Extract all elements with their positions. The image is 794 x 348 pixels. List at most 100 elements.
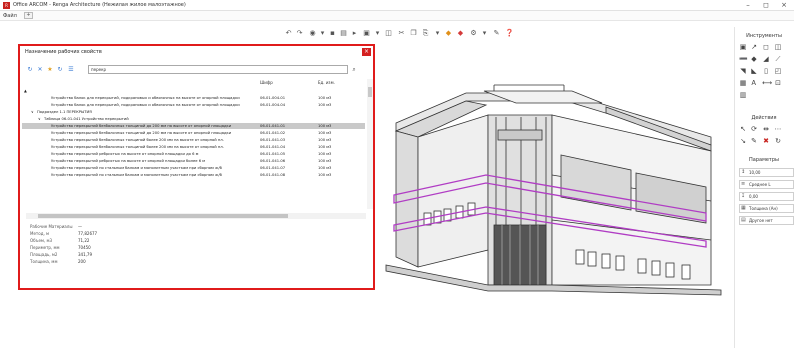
work-properties-dialog: Назначение рабочих свойств × ↻ ✕ ★ ↻ ☰ п… [18,44,375,290]
scroll-thumb[interactable] [38,214,288,218]
property-value: 77,82677 [78,231,98,236]
camera-icon[interactable]: ◉ [308,29,317,38]
row-code: 06-01-041-01 [260,124,286,128]
layer-icon[interactable]: ◆ [444,29,453,38]
row-name: Устройство перекрытий по стальным балкам… [51,166,222,170]
dropdown-icon[interactable]: ▾ [318,29,327,38]
save-icon[interactable]: ▪ [328,29,337,38]
undo-icon[interactable]: ↶ [284,29,293,38]
tree-toggle-icon[interactable]: ▲ [24,88,27,94]
redo-icon[interactable]: ↷ [295,29,304,38]
search-input[interactable]: перекр [88,65,348,74]
favorite-icon[interactable]: ★ [46,66,54,74]
minimize-button[interactable]: – [740,0,756,11]
tree-row[interactable]: Устройство перекрытий безбалочных толщин… [22,144,365,150]
railing-icon[interactable]: ◣ [750,67,758,75]
list-icon[interactable]: ☰ [67,66,75,74]
param-alignment-field[interactable]: ≡ Среднее L [739,180,794,189]
window-tool-icon[interactable]: ◫ [774,43,782,51]
tree-row[interactable]: ∨ Подраздел 1.1 ПЕРЕКРЫТИЯ [22,109,365,115]
height-icon: ↕ [741,169,746,175]
tree-row[interactable]: Устройство перекрытий безбалочных толщин… [22,123,365,129]
help-icon[interactable]: ❓ [505,29,514,38]
tree-row[interactable]: Устройство перекрытий ребристых на высот… [22,151,365,157]
file-menu[interactable]: Файл [3,13,17,19]
renga-logo-icon: R [3,2,10,9]
copy-tool-icon[interactable]: ↘ [739,137,747,145]
wall-icon[interactable]: ↗ [750,43,758,51]
maximize-button[interactable]: ◻ [758,0,774,11]
param-material-field[interactable]: ▦ Толщина (Ан) [739,204,794,213]
tree-row[interactable]: Устройство перекрытий безбалочных толщин… [22,130,365,136]
beam-icon[interactable]: ➖ [739,55,748,63]
select-icon[interactable]: ▣ [739,43,747,51]
section-icon[interactable]: ◫ [384,29,393,38]
opening-icon[interactable]: ◰ [774,67,782,75]
cut-icon[interactable]: ✂ [397,29,406,38]
settings-icon[interactable]: ⚙ [469,29,478,38]
tree-toggle-icon[interactable]: ∨ [38,116,41,122]
rotate-icon[interactable]: ⟳ [750,125,758,133]
paste-icon[interactable]: ⎘ [421,29,430,38]
ramp-icon[interactable]: ◥ [739,67,747,75]
row-name: Устройство перекрытий ребристых на высот… [51,159,206,163]
tree-row[interactable]: Устройство балок для перекрытий, подкран… [22,102,365,108]
tree-row[interactable]: ∨ Таблица 06-01-041 Устройство перекрытий [22,116,365,122]
refresh-icon[interactable]: ↻ [774,137,782,145]
menu-bar: Файл + [0,11,794,21]
dropdown-icon[interactable]: ▾ [373,29,382,38]
tree-row[interactable]: Устройство перекрытий безбалочных толщин… [22,137,365,143]
dialog-title: Назначение рабочих свойств [25,49,102,55]
dimension-icon[interactable]: ⟷ [762,79,772,87]
model-viewport[interactable] [376,45,726,345]
property-key: Объем, м3 [30,238,53,243]
row-name: Устройство перекрытий безбалочных толщин… [51,124,232,128]
delete-icon[interactable]: ✖ [762,137,770,145]
move-icon[interactable]: ↖ [739,125,747,133]
add-tab-button[interactable]: + [24,12,33,19]
tree-row[interactable]: Устройство балок для перекрытий, подкран… [22,95,365,101]
add-icon[interactable]: ↻ [26,66,34,74]
close-window-button[interactable]: × [776,0,792,11]
row-unit: 100 м3 [318,131,332,135]
params-title: Параметры [749,157,779,163]
style-icon: ▤ [741,217,746,223]
tree-toggle-icon[interactable]: ∨ [31,109,34,115]
close-icon[interactable]: × [362,48,371,56]
dropdown-icon[interactable]: ▾ [480,29,489,38]
tree-row[interactable]: Устройство перекрытий по стальным балкам… [22,165,365,171]
array-icon[interactable]: ⋯ [774,125,782,133]
row-name: Таблица 06-01-041 Устройство перекрытий [44,117,129,121]
scroll-thumb[interactable] [368,87,372,97]
param-height-field[interactable]: ↕ 10,00 [739,168,794,177]
tree-vertical-scrollbar[interactable] [367,79,373,209]
roof-icon[interactable]: ◢ [762,55,770,63]
dropdown-icon[interactable]: ▾ [433,29,442,38]
tree-row[interactable]: ▲ [22,88,365,94]
mirror-icon[interactable]: ⇹ [762,125,770,133]
pencil-icon[interactable]: ✎ [492,29,501,38]
filter-icon[interactable]: ◆ [456,29,465,38]
param-offset-field[interactable]: ↧ 0,00 [739,192,794,201]
view-icon[interactable]: ▣ [362,29,371,38]
stair-icon[interactable]: ⟋ [774,55,782,63]
room-icon[interactable]: ▦ [739,79,747,87]
column-icon[interactable]: ◻ [762,43,770,51]
level-icon[interactable]: ⊡ [774,79,782,87]
remove-icon[interactable]: ✕ [36,66,44,74]
edit-icon[interactable]: ✎ [750,137,758,145]
tree-row[interactable]: Устройство перекрытий по стальным балкам… [22,172,365,178]
refresh-icon[interactable]: ↻ [56,66,64,74]
tree-row[interactable]: Устройство перекрытий ребристых на высот… [22,158,365,164]
export-icon[interactable]: ▸ [350,29,359,38]
print-icon[interactable]: ▤ [339,29,348,38]
door-icon[interactable]: ▯ [762,67,770,75]
copy-icon[interactable]: ❐ [409,29,418,38]
grid-icon[interactable]: ▥ [739,91,747,99]
tree-horizontal-scrollbar[interactable] [26,213,366,219]
slab-icon[interactable]: ◆ [750,55,758,63]
param-style-field[interactable]: ▤ Другое нет [739,216,794,225]
label-icon[interactable]: Ꭺ [750,79,758,87]
property-key: Периметр, мм [30,245,60,250]
search-icon[interactable]: ⌕ [350,65,358,74]
